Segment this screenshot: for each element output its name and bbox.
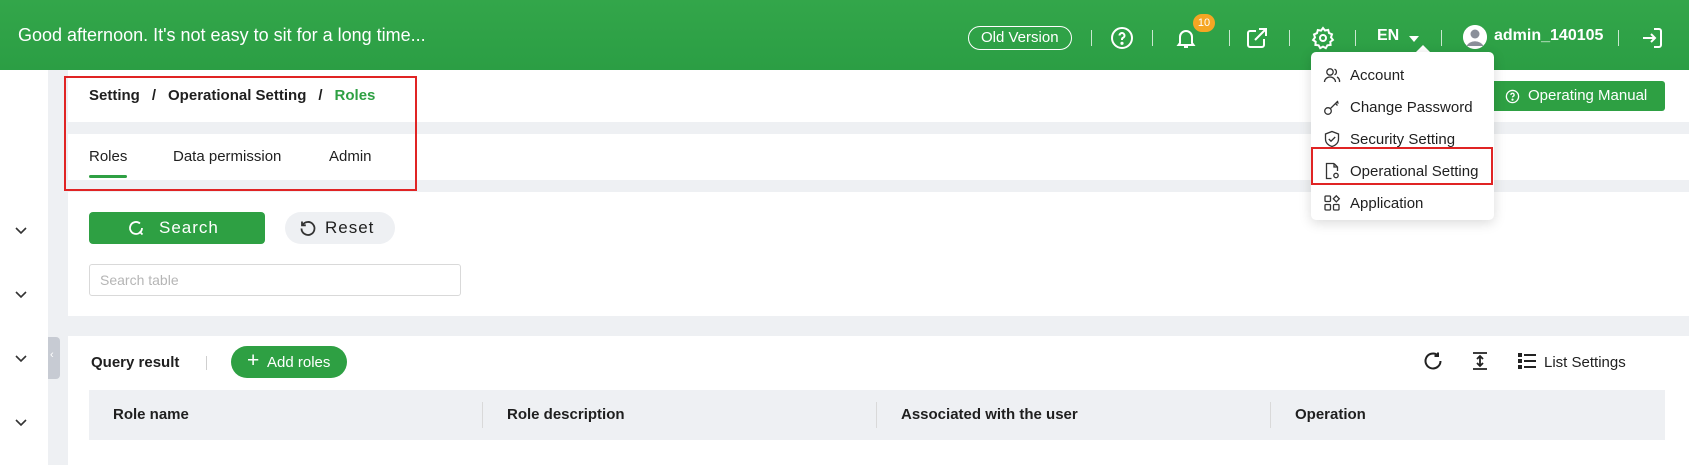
operating-manual-button[interactable]: Operating Manual [1491, 81, 1665, 111]
menu-item-label: Security Setting [1350, 131, 1456, 148]
search-input[interactable] [89, 264, 461, 296]
chevron-left-icon: ‹ [50, 349, 54, 361]
plus-icon: + [247, 349, 260, 372]
search-button-label: Search [159, 218, 219, 237]
header-divider [1441, 30, 1442, 46]
chevron-down-icon[interactable] [14, 223, 28, 237]
user-dropdown-menu: Account Change Password Security Setting… [1311, 52, 1494, 220]
notification-badge: 10 [1193, 14, 1215, 32]
menu-item-application[interactable]: Application [1311, 187, 1494, 219]
header-divider [1152, 30, 1153, 46]
gear-icon[interactable] [1311, 26, 1335, 50]
highlight-box [64, 76, 417, 191]
density-icon[interactable] [1469, 350, 1491, 372]
search-button[interactable]: Search [89, 212, 265, 244]
reset-button[interactable]: Reset [285, 212, 395, 244]
list-settings-button[interactable]: List Settings [1544, 354, 1626, 371]
user-icon [1323, 68, 1341, 83]
highlight-box [1311, 147, 1493, 185]
apps-icon [1324, 194, 1341, 211]
reset-icon [300, 221, 316, 236]
table-header: Role name Role description Associated wi… [89, 390, 1665, 440]
chevron-down-icon[interactable] [14, 351, 28, 365]
logout-icon[interactable] [1640, 26, 1664, 50]
key-icon [1324, 100, 1339, 115]
left-sidebar [0, 70, 48, 465]
help-icon[interactable] [1110, 26, 1134, 50]
header-divider [1091, 30, 1092, 46]
operating-manual-label: Operating Manual [1528, 87, 1648, 104]
column-divider [1270, 402, 1271, 428]
username[interactable]: admin_140105 [1494, 27, 1603, 45]
column-divider [876, 402, 877, 428]
bell-icon[interactable] [1174, 26, 1198, 50]
header-divider [1618, 30, 1619, 46]
refresh-icon[interactable] [1422, 350, 1444, 372]
add-roles-button[interactable]: + Add roles [231, 346, 347, 378]
shield-icon [1324, 130, 1340, 148]
greeting-text: Good afternoon. It's not easy to sit for… [18, 25, 426, 45]
query-result-title: Query result [91, 354, 180, 371]
chevron-down-icon[interactable] [1409, 36, 1419, 42]
chevron-down-icon[interactable] [14, 287, 28, 301]
menu-item-label: Change Password [1350, 99, 1473, 116]
column-header: Role name [113, 406, 189, 423]
add-roles-label: Add roles [267, 354, 331, 371]
column-header: Role description [507, 406, 625, 423]
help-circle-icon [1505, 89, 1520, 104]
column-header: Associated with the user [901, 406, 1078, 423]
menu-item-label: Account [1350, 67, 1405, 84]
sidebar-collapse-handle[interactable]: ‹ [48, 337, 60, 379]
header-divider [1289, 30, 1290, 46]
external-link-icon[interactable] [1245, 26, 1269, 50]
menu-item-change-password[interactable]: Change Password [1311, 91, 1494, 123]
list-settings-icon[interactable] [1516, 350, 1538, 372]
column-header: Operation [1295, 406, 1366, 423]
reset-button-label: Reset [325, 218, 375, 237]
divider [206, 356, 207, 370]
column-divider [482, 402, 483, 428]
search-icon [129, 221, 144, 236]
menu-item-label: Application [1350, 195, 1424, 212]
header-divider [1355, 30, 1356, 46]
language-selector[interactable]: EN [1377, 27, 1399, 45]
chevron-down-icon[interactable] [14, 415, 28, 429]
header-divider [1229, 30, 1230, 46]
avatar[interactable] [1463, 25, 1487, 49]
menu-item-account[interactable]: Account [1311, 59, 1494, 91]
old-version-button[interactable]: Old Version [968, 26, 1072, 50]
